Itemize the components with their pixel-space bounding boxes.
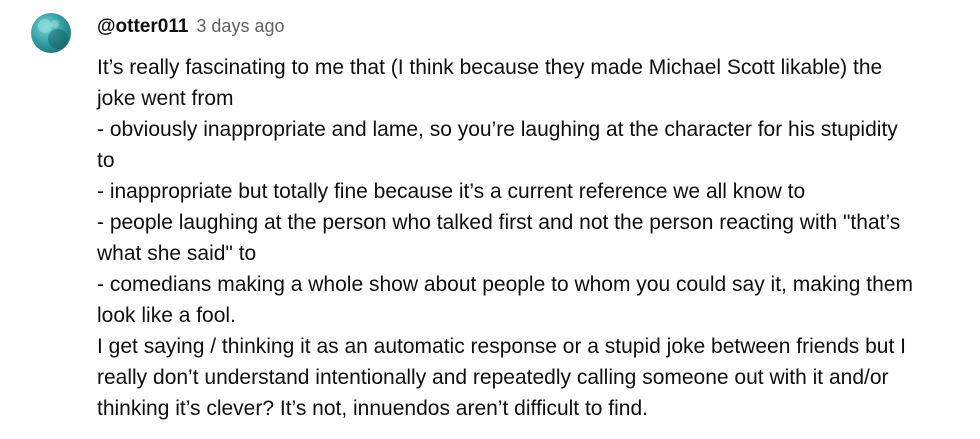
avatar[interactable] xyxy=(31,13,71,53)
comment-line: - inappropriate but totally fine because… xyxy=(97,180,806,203)
comment-body: @otter011 3 days ago It’s really fascina… xyxy=(97,16,967,424)
comment-line: I get saying / thinking it as an automat… xyxy=(97,335,906,358)
comment-line: what she said" to xyxy=(97,242,257,265)
comment-thread: @otter011 3 days ago It’s really fascina… xyxy=(0,0,980,439)
comment-text: It’s really fascinating to me that (I th… xyxy=(97,52,967,424)
comment-line: joke went from xyxy=(97,87,234,110)
comment-line: - obviously inappropriate and lame, so y… xyxy=(97,118,898,141)
comment-header: @otter011 3 days ago xyxy=(97,16,967,46)
comment-line: to xyxy=(97,149,115,172)
comment-line: really don’t understand intentionally an… xyxy=(97,366,889,389)
comment-line: It’s really fascinating to me that (I th… xyxy=(97,56,883,79)
comment-line: thinking it’s clever? It’s not, innuendo… xyxy=(97,397,648,420)
comment-author[interactable]: @otter011 xyxy=(97,16,188,38)
comment-line: look like a fool. xyxy=(97,304,236,327)
comment-line: - people laughing at the person who talk… xyxy=(97,211,901,234)
comment-timestamp[interactable]: 3 days ago xyxy=(196,16,284,37)
avatar-icon xyxy=(38,19,68,49)
comment-line: - comedians making a whole show about pe… xyxy=(97,273,913,296)
